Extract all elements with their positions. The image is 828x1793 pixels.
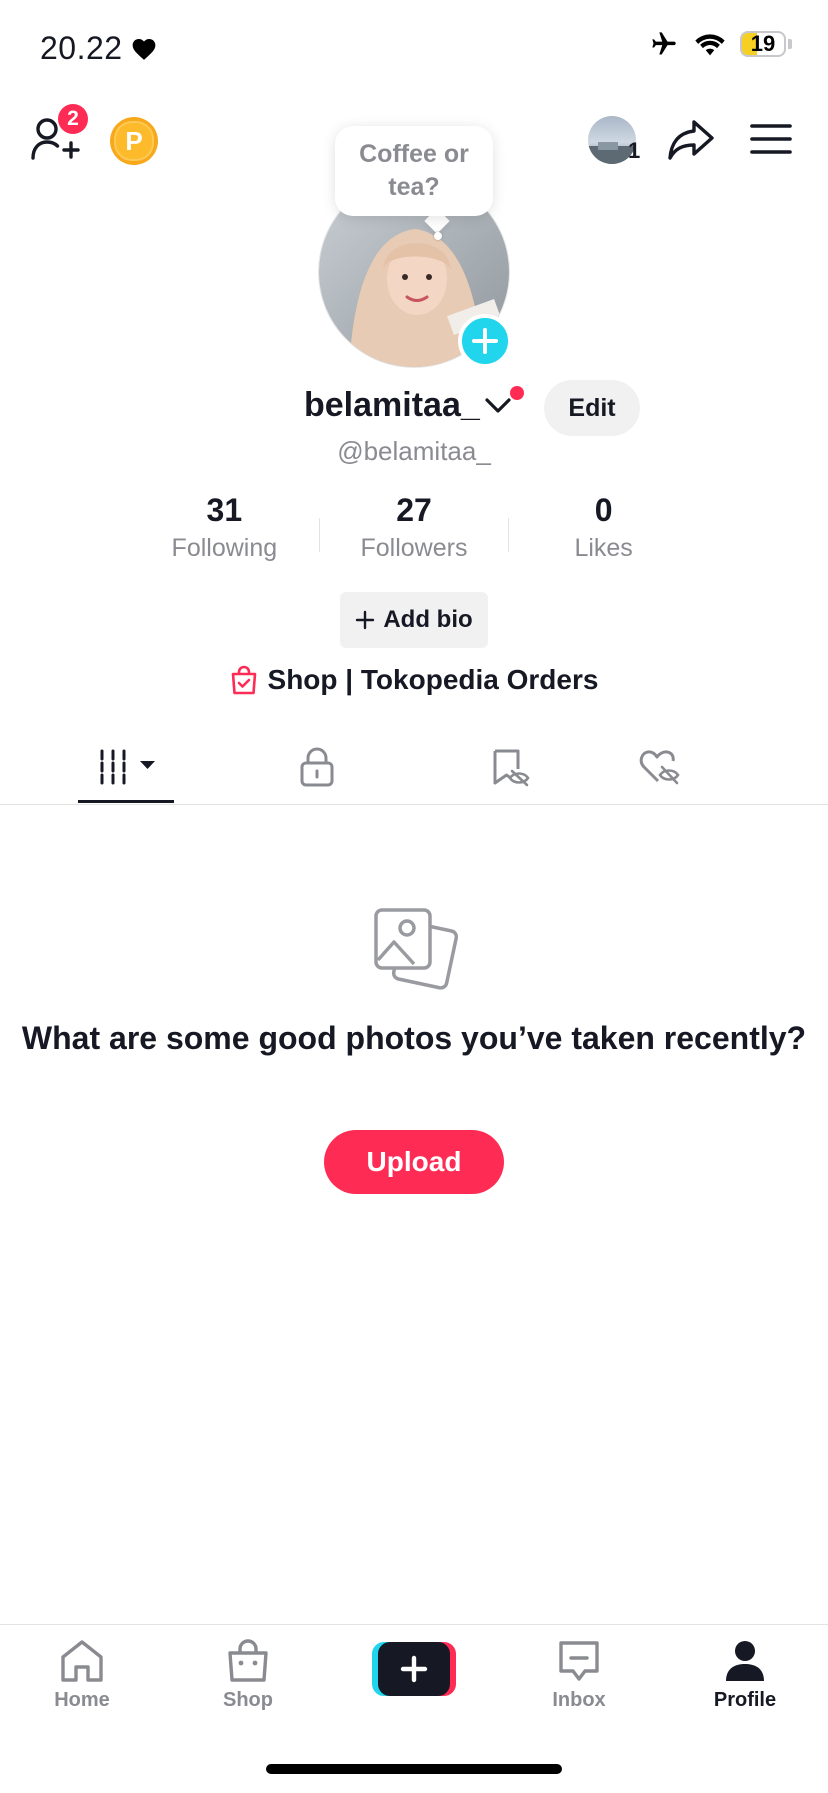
- username-handle: @belamitaa_: [337, 436, 491, 466]
- photos-empty-icon: [372, 906, 459, 997]
- add-bio-button[interactable]: Add bio: [340, 592, 488, 648]
- stat-value: 27: [396, 492, 432, 528]
- heart-icon: [132, 38, 155, 60]
- lock-icon: [300, 747, 334, 787]
- display-name[interactable]: belamitaa_: [304, 386, 480, 425]
- tab-videos[interactable]: [0, 730, 252, 804]
- stat-label: Following: [171, 534, 278, 562]
- friend-requests-badge: 2: [58, 104, 88, 134]
- stat-following[interactable]: 31 Following: [130, 490, 319, 563]
- nav-profile[interactable]: Profile: [685, 1639, 805, 1712]
- upload-button[interactable]: Upload: [324, 1130, 504, 1194]
- nav-label: Inbox: [552, 1689, 606, 1711]
- battery-indicator: 19: [740, 31, 786, 57]
- notification-dot: [510, 386, 524, 400]
- nav-inbox[interactable]: Inbox: [519, 1639, 639, 1712]
- home-indicator: [266, 1764, 562, 1774]
- battery-level: 19: [750, 31, 776, 56]
- create-button[interactable]: [372, 1642, 456, 1696]
- share-profile-button[interactable]: [666, 118, 716, 167]
- wifi-icon: [695, 34, 725, 56]
- share-icon: [668, 120, 714, 160]
- active-tab-indicator: [78, 800, 174, 803]
- status-bubble-dot: [434, 232, 442, 240]
- shop-icon: [228, 1639, 268, 1682]
- stat-value: 31: [206, 492, 243, 528]
- inbox-icon: [559, 1641, 599, 1681]
- stat-label: Likes: [574, 534, 633, 562]
- plus-icon: [472, 328, 498, 354]
- clock: 20.22: [40, 30, 123, 66]
- home-icon: [61, 1640, 103, 1682]
- edit-profile-button[interactable]: Edit: [544, 380, 640, 436]
- status-bar-indicators: 19: [648, 30, 792, 58]
- nav-label: Home: [54, 1689, 110, 1711]
- status-bar-time: 20.22: [40, 30, 157, 67]
- coin-icon: P: [114, 121, 154, 161]
- shopping-bag-icon: [231, 665, 256, 695]
- story-count: 1: [628, 138, 641, 163]
- stat-value: 0: [594, 492, 613, 528]
- tab-private[interactable]: [252, 730, 382, 804]
- shop-orders-label: Shop | Tokopedia Orders: [267, 664, 599, 695]
- add-story-button[interactable]: [458, 314, 512, 368]
- bookmark-hidden-icon: [493, 749, 530, 787]
- menu-button[interactable]: [750, 122, 792, 161]
- tab-favorites[interactable]: [382, 730, 638, 804]
- stat-label: Followers: [360, 534, 468, 562]
- stat-followers[interactable]: 27 Followers: [320, 490, 509, 563]
- nav-home[interactable]: Home: [22, 1639, 142, 1712]
- heart-hidden-icon: [639, 750, 680, 785]
- tab-liked[interactable]: [638, 730, 828, 804]
- empty-state-title: What are some good photos you’ve taken r…: [21, 1020, 807, 1056]
- chevron-down-icon: [485, 398, 511, 413]
- airplane-icon: [652, 32, 676, 55]
- switch-account-button[interactable]: [484, 394, 512, 421]
- shop-orders-link[interactable]: Shop | Tokopedia Orders: [0, 664, 828, 696]
- add-bio-label: Add bio: [383, 606, 473, 633]
- status-bubble[interactable]: Coffee or tea?: [335, 126, 493, 216]
- plus-icon: [356, 610, 375, 630]
- stat-likes[interactable]: 0 Likes: [509, 490, 698, 563]
- profile-stats: 31 Following 27 Followers 0 Likes: [130, 490, 698, 563]
- battery-nub: [788, 39, 792, 49]
- hamburger-menu-icon: [750, 124, 792, 154]
- coins-button[interactable]: P: [110, 117, 158, 165]
- profile-icon: [726, 1641, 764, 1681]
- create-icon: [372, 1642, 456, 1696]
- grid-icon: [100, 749, 155, 785]
- nav-label: Shop: [223, 1689, 273, 1711]
- nav-shop[interactable]: Shop: [188, 1639, 308, 1712]
- content-tabs: [0, 730, 828, 805]
- nav-label: Profile: [713, 1689, 777, 1711]
